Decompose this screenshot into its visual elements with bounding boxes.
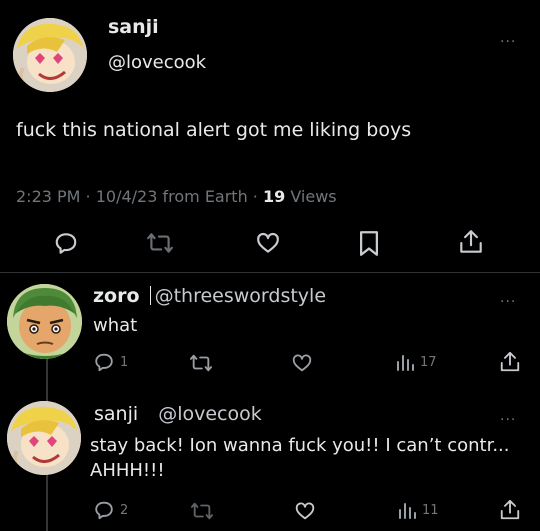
reply-header: zoro @threeswordstyle	[93, 285, 326, 307]
views-label: Views	[285, 187, 337, 206]
more-options-icon[interactable]: ···	[500, 294, 516, 310]
handle[interactable]: @lovecook	[158, 403, 262, 425]
like-icon[interactable]	[254, 230, 282, 256]
avatar[interactable]	[7, 401, 81, 475]
views-action[interactable]: 11	[397, 501, 439, 519]
reply-header: sanji @lovecook	[94, 403, 262, 425]
reply-icon[interactable]	[53, 230, 79, 256]
reply-icon[interactable]	[93, 499, 115, 521]
reply-text: stay back! Ion wanna fuck you!! I can’t …	[90, 435, 510, 481]
views-count: 19	[262, 187, 286, 206]
share-icon[interactable]	[458, 228, 484, 256]
sanji-avatar-icon	[7, 401, 81, 475]
views-action[interactable]: 17	[395, 353, 437, 371]
post-timestamp: 2:23 PM · 10/4/23 from Earth ·	[16, 187, 263, 206]
share-icon[interactable]	[499, 350, 521, 374]
display-name[interactable]: zoro	[93, 285, 140, 307]
bookmark-icon[interactable]	[357, 230, 381, 257]
views-count: 17	[420, 354, 437, 370]
more-options-icon[interactable]: ···	[500, 34, 516, 50]
like-icon[interactable]	[293, 500, 317, 522]
handle[interactable]: @lovecook	[108, 52, 206, 73]
reply-count: 2	[120, 502, 129, 518]
repost-icon[interactable]	[189, 352, 213, 374]
display-name[interactable]: sanji	[108, 16, 159, 38]
like-icon[interactable]	[290, 352, 314, 374]
display-name[interactable]: sanji	[94, 403, 138, 425]
share-icon[interactable]	[499, 498, 521, 522]
analytics-icon[interactable]	[395, 353, 415, 371]
avatar[interactable]	[7, 284, 82, 359]
post-meta: 2:23 PM · 10/4/23 from Earth · 19 Views	[16, 187, 337, 206]
views-count: 11	[422, 502, 439, 518]
avatar[interactable]	[13, 18, 87, 92]
analytics-icon[interactable]	[397, 501, 417, 519]
sanji-avatar-icon	[13, 18, 87, 92]
reply-action[interactable]: 2	[93, 499, 128, 521]
reply-icon[interactable]	[93, 351, 115, 373]
repost-icon[interactable]	[146, 230, 174, 256]
repost-icon[interactable]	[190, 500, 214, 522]
reply-action[interactable]: 1	[93, 351, 128, 373]
separator	[149, 286, 151, 305]
more-options-icon[interactable]: ···	[500, 412, 516, 428]
reply-count: 1	[120, 354, 129, 370]
handle[interactable]: @threeswordstyle	[155, 285, 326, 307]
zoro-avatar-icon	[7, 284, 82, 359]
reply-text: what	[93, 315, 138, 336]
post-text: fuck this national alert got me liking b…	[16, 119, 412, 141]
divider	[0, 272, 540, 273]
